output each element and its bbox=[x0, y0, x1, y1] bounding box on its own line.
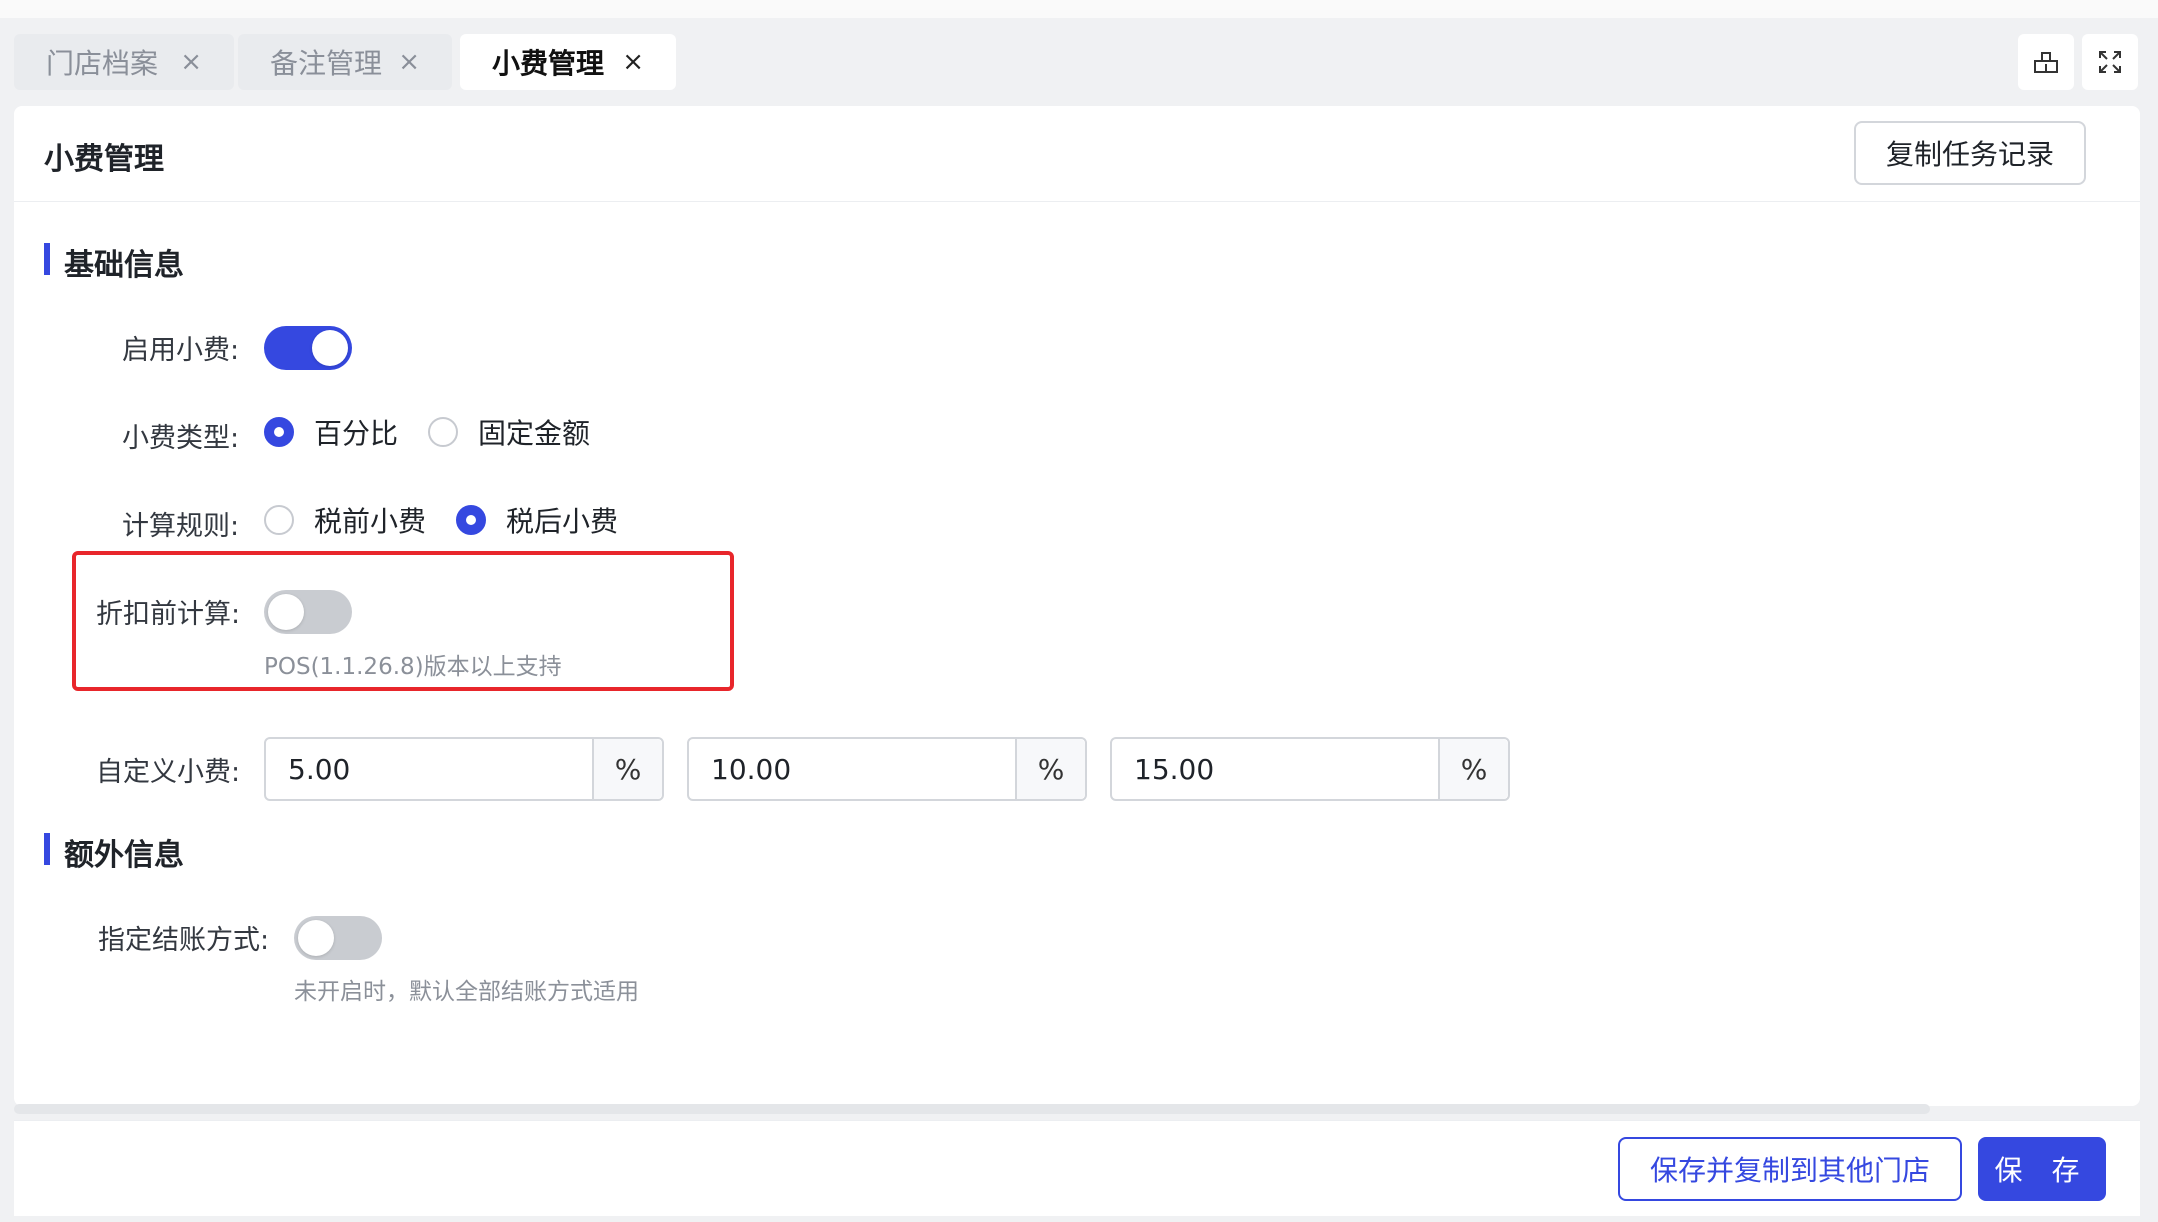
switch-knob bbox=[268, 594, 304, 630]
radio-percentage[interactable]: 百分比 bbox=[264, 412, 398, 452]
radio-label: 税后小费 bbox=[506, 505, 619, 538]
tab-label: 门店档案 bbox=[46, 47, 159, 80]
pre-discount-hint: POS(1.1.26.8)版本以上支持 bbox=[264, 654, 562, 680]
input-value[interactable]: 15.00 bbox=[1112, 739, 1438, 799]
close-icon[interactable]: × bbox=[180, 47, 202, 77]
custom-tip-input-3[interactable]: 15.00 % bbox=[1110, 737, 1510, 801]
tab-label: 备注管理 bbox=[270, 47, 383, 80]
radio-post-tax-tip[interactable]: 税后小费 bbox=[456, 500, 618, 540]
footer-bar: 保存并复制到其他门店 保 存 bbox=[14, 1120, 2140, 1216]
section-title-basic: 基础信息 bbox=[44, 240, 184, 284]
payment-method-hint: 未开启时，默认全部结账方式适用 bbox=[294, 979, 639, 1005]
pre-discount-switch[interactable] bbox=[264, 590, 352, 634]
tip-type-label: 小费类型: bbox=[122, 423, 240, 454]
close-icon[interactable]: × bbox=[622, 47, 644, 77]
home-button[interactable] bbox=[2018, 34, 2074, 90]
percent-unit: % bbox=[1438, 739, 1508, 799]
fullscreen-button[interactable] bbox=[2082, 34, 2138, 90]
copy-task-log-button[interactable]: 复制任务记录 bbox=[1854, 121, 2086, 185]
payment-method-switch[interactable] bbox=[294, 916, 382, 960]
enable-tip-switch[interactable] bbox=[264, 326, 352, 370]
tab-remark-management[interactable]: 备注管理 × bbox=[238, 34, 452, 90]
tab-label: 小费管理 bbox=[492, 47, 605, 80]
page-title: 小费管理 bbox=[44, 142, 164, 177]
payment-method-label: 指定结账方式: bbox=[98, 925, 270, 956]
radio-label: 固定金额 bbox=[478, 417, 591, 450]
horizontal-scrollbar[interactable] bbox=[14, 1104, 1930, 1114]
input-value[interactable]: 5.00 bbox=[266, 739, 592, 799]
percent-unit: % bbox=[1015, 739, 1085, 799]
radio-dot bbox=[456, 505, 486, 535]
fullscreen-icon bbox=[2099, 51, 2121, 73]
section-title-extra: 额外信息 bbox=[44, 830, 184, 874]
custom-tip-label: 自定义小费: bbox=[96, 757, 241, 788]
home-icon bbox=[2034, 52, 2058, 73]
top-strip bbox=[0, 0, 2158, 18]
radio-label: 百分比 bbox=[314, 417, 399, 450]
enable-tip-label: 启用小费: bbox=[122, 335, 240, 366]
radio-fixed-amount[interactable]: 固定金额 bbox=[428, 412, 590, 452]
main-card: 小费管理 复制任务记录 基础信息 启用小费: 小费类型: 百分比 固定金额 计算… bbox=[14, 106, 2140, 1114]
tab-store-profile[interactable]: 门店档案 × bbox=[14, 34, 234, 90]
pre-discount-label: 折扣前计算: bbox=[96, 599, 241, 630]
radio-dot bbox=[264, 417, 294, 447]
custom-tip-input-1[interactable]: 5.00 % bbox=[264, 737, 664, 801]
radio-dot bbox=[428, 417, 458, 447]
custom-tip-input-2[interactable]: 10.00 % bbox=[687, 737, 1087, 801]
switch-knob bbox=[312, 330, 348, 366]
radio-dot bbox=[264, 505, 294, 535]
tab-tip-management[interactable]: 小费管理 × bbox=[460, 34, 676, 90]
switch-knob bbox=[298, 920, 334, 956]
percent-unit: % bbox=[592, 739, 662, 799]
radio-pre-tax-tip[interactable]: 税前小费 bbox=[264, 500, 426, 540]
input-value[interactable]: 10.00 bbox=[689, 739, 1015, 799]
card-header: 小费管理 复制任务记录 bbox=[14, 106, 2140, 202]
close-icon[interactable]: × bbox=[398, 47, 420, 77]
radio-label: 税前小费 bbox=[314, 505, 427, 538]
save-button[interactable]: 保 存 bbox=[1978, 1137, 2106, 1201]
save-and-copy-button[interactable]: 保存并复制到其他门店 bbox=[1618, 1137, 1962, 1201]
calc-rule-label: 计算规则: bbox=[122, 511, 240, 542]
